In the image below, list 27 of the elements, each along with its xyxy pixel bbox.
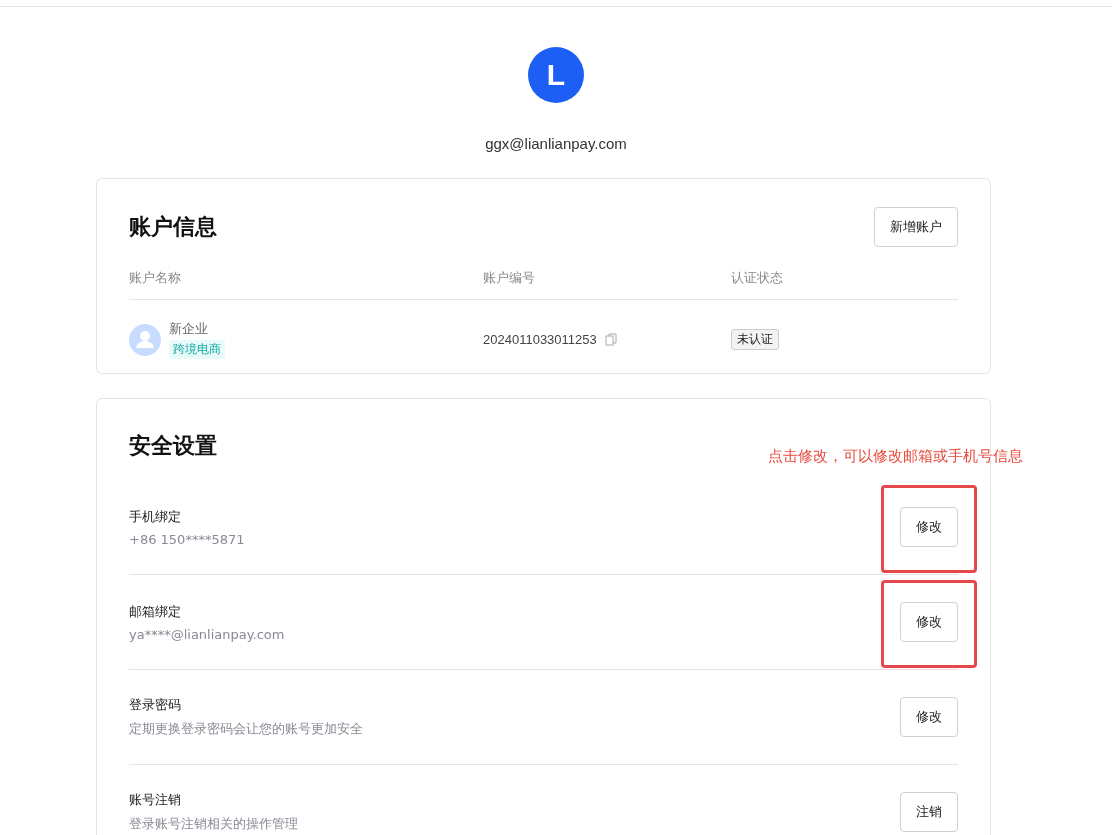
column-header: 账户名称: [129, 269, 182, 287]
user-icon: [129, 323, 161, 356]
setting-detail: 登录账号注销相关的操作管理: [129, 815, 298, 833]
user-avatar: L: [528, 47, 584, 103]
setting-label: 登录密码: [129, 696, 182, 714]
copy-icon[interactable]: [604, 333, 617, 346]
edit-button[interactable]: 注销: [900, 792, 958, 832]
section-title: 安全设置: [129, 432, 217, 460]
setting-label: 手机绑定: [129, 507, 182, 526]
setting-label: 邮箱绑定: [129, 602, 182, 621]
add-account-button[interactable]: 新增账户: [874, 207, 958, 247]
setting-detail: 定期更换登录密码会让您的账号更加安全: [129, 720, 363, 738]
setting-detail: +86 150****5871: [129, 531, 245, 547]
edit-button[interactable]: 修改: [900, 507, 958, 547]
setting-label: 账号注销: [129, 791, 182, 809]
edit-button[interactable]: 修改: [900, 697, 958, 737]
column-header: 认证状态: [731, 269, 784, 287]
account-name: 新企业: [169, 320, 208, 338]
status-badge: 未认证: [731, 329, 779, 350]
account-number: 2024011033011253: [483, 332, 597, 347]
edit-button[interactable]: 修改: [900, 602, 958, 642]
section-title: 账户信息: [129, 213, 217, 241]
setting-detail: ya****@lianlianpay.com: [129, 626, 285, 642]
annotation-text: 点击修改，可以修改邮箱或手机号信息: [768, 447, 1023, 465]
account-tag: 跨境电商: [169, 340, 225, 359]
user-email: ggx@lianlianpay.com: [485, 135, 627, 152]
column-header: 账户编号: [483, 269, 536, 287]
